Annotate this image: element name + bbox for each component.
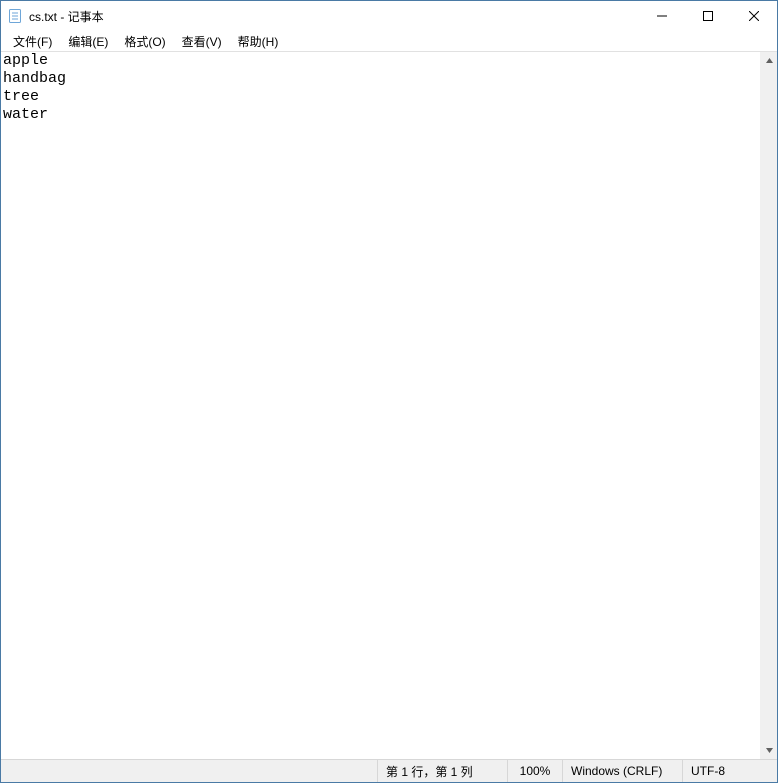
- scroll-down-arrow-icon[interactable]: [761, 742, 777, 759]
- notepad-icon: [7, 8, 23, 24]
- menu-file[interactable]: 文件(F): [5, 31, 60, 52]
- close-button[interactable]: [731, 1, 777, 31]
- statusbar-spacer: [1, 760, 377, 782]
- status-cursor-position: 第 1 行，第 1 列: [377, 760, 507, 782]
- text-editor[interactable]: [1, 52, 760, 759]
- scroll-up-arrow-icon[interactable]: [761, 52, 777, 69]
- status-zoom: 100%: [507, 760, 562, 782]
- editor-area: [1, 52, 777, 759]
- menu-format[interactable]: 格式(O): [116, 31, 173, 52]
- maximize-button[interactable]: [685, 1, 731, 31]
- vertical-scrollbar[interactable]: [760, 52, 777, 759]
- menu-view[interactable]: 查看(V): [174, 31, 230, 52]
- titlebar[interactable]: cs.txt - 记事本: [1, 1, 777, 31]
- menu-edit[interactable]: 编辑(E): [60, 31, 116, 52]
- status-line-ending: Windows (CRLF): [562, 760, 682, 782]
- window-title: cs.txt - 记事本: [29, 8, 104, 25]
- window-frame: cs.txt - 记事本 文件(F) 编辑(E) 格式(O) 查看(V) 帮助(…: [0, 0, 778, 783]
- menubar: 文件(F) 编辑(E) 格式(O) 查看(V) 帮助(H): [1, 31, 777, 52]
- statusbar: 第 1 行，第 1 列 100% Windows (CRLF) UTF-8: [1, 759, 777, 782]
- status-encoding: UTF-8: [682, 760, 777, 782]
- menu-help[interactable]: 帮助(H): [230, 31, 287, 52]
- minimize-button[interactable]: [639, 1, 685, 31]
